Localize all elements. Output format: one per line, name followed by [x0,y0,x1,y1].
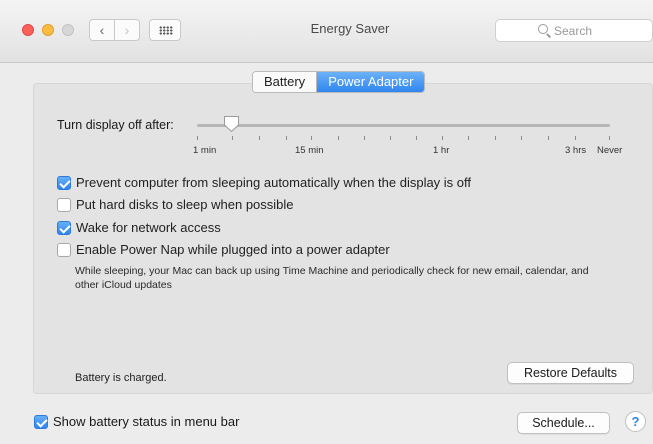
slider-tick [197,136,198,140]
hard-disk-sleep-checkbox[interactable] [57,198,71,212]
slider-tick [495,136,496,140]
power-nap-label: Enable Power Nap while plugged into a po… [76,242,390,257]
slider-tick [311,136,312,140]
power-nap-checkbox[interactable] [57,243,71,257]
slider-tick-label: 15 min [295,145,324,156]
slider-tick [442,136,443,140]
wake-network-label: Wake for network access [76,220,221,235]
slider-tick-label: Never [597,145,623,156]
help-button[interactable]: ? [625,411,646,432]
back-button[interactable]: ‹ [89,19,115,41]
search-placeholder: Search [554,24,593,38]
close-window-button[interactable] [22,24,34,36]
slider-tick [548,136,549,140]
hard-disk-sleep-label: Put hard disks to sleep when possible [76,197,294,212]
energy-saver-window: ‹ › Energy Saver Search Battery Power Ad… [0,0,653,444]
slider-tick-label: 1 min [193,145,217,156]
slider-tick [468,136,469,140]
slider-tick-label: 1 hr [433,145,450,156]
slider-tick [521,136,522,140]
show-battery-status-label: Show battery status in menu bar [53,414,240,429]
display-sleep-slider-thumb[interactable] [223,115,240,133]
chevron-left-icon: ‹ [99,22,105,38]
tab-battery[interactable]: Battery [253,72,318,92]
title-bar: ‹ › Energy Saver Search [0,0,653,63]
power-source-tabs: Battery Power Adapter [252,71,426,93]
schedule-button[interactable]: Schedule... [517,412,610,434]
search-icon [538,24,548,34]
forward-button[interactable]: › [114,19,140,41]
minimize-window-button[interactable] [42,24,54,36]
slider-tick [232,136,233,140]
slider-tick [416,136,417,140]
slider-tick [286,136,287,140]
grid-icon [159,26,173,35]
wake-network-checkbox[interactable] [57,221,71,235]
slider-tick [390,136,391,140]
slider-tick-label: 3 hrs [565,145,587,156]
zoom-window-button[interactable] [62,24,74,36]
slider-tick [575,136,576,140]
chevron-right-icon: › [124,22,130,38]
display-sleep-label: Turn display off after: [57,118,174,132]
slider-tick [364,136,365,140]
power-nap-description: While sleeping, your Mac can back up usi… [75,265,589,291]
prevent-sleep-checkbox[interactable] [57,176,71,190]
show-all-button[interactable] [149,19,181,41]
search-input[interactable]: Search [495,19,653,42]
restore-defaults-button[interactable]: Restore Defaults [507,362,634,384]
show-battery-status-checkbox[interactable] [34,415,48,429]
battery-status-text: Battery is charged. [75,372,167,384]
slider-tick [338,136,339,140]
prevent-sleep-label: Prevent computer from sleeping automatic… [76,175,472,190]
tab-power-adapter[interactable]: Power Adapter [317,72,425,92]
slider-tick [609,136,610,140]
slider-tick [259,136,260,140]
display-sleep-slider-track[interactable] [197,124,610,127]
window-title: Energy Saver [310,21,390,36]
